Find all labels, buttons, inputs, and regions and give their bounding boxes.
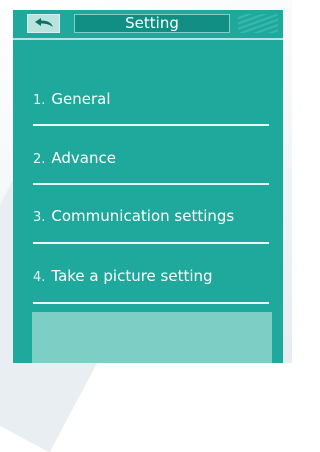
menu-item-number: 4. bbox=[33, 270, 46, 285]
menu-item-label: Take a picture setting bbox=[51, 267, 213, 285]
divider bbox=[33, 124, 269, 126]
header-decoration bbox=[238, 14, 278, 33]
menu-item-label: Advance bbox=[51, 149, 116, 167]
device-screen: Setting 1. General 2. Advance 3. Communicat… bbox=[13, 10, 283, 363]
menu-item-communication-settings[interactable]: 3. Communication settings bbox=[33, 200, 273, 232]
divider bbox=[33, 302, 269, 304]
header-bar: Setting bbox=[13, 10, 283, 40]
page-title: Setting bbox=[74, 14, 230, 33]
menu-item-take-a-picture-setting[interactable]: 4. Take a picture setting bbox=[33, 260, 273, 292]
menu-item-number: 2. bbox=[33, 152, 46, 167]
menu-item-general[interactable]: 1. General bbox=[33, 83, 273, 115]
back-arrow-icon bbox=[33, 14, 55, 33]
back-button[interactable] bbox=[27, 14, 60, 33]
divider bbox=[33, 183, 269, 185]
menu-item-number: 3. bbox=[33, 210, 46, 225]
divider bbox=[33, 242, 269, 244]
menu-item-label: Communication settings bbox=[51, 207, 235, 225]
menu-item-number: 1. bbox=[33, 93, 46, 108]
menu-item-advance[interactable]: 2. Advance bbox=[33, 142, 273, 174]
bottom-panel bbox=[32, 312, 272, 363]
menu-item-label: General bbox=[51, 90, 111, 108]
